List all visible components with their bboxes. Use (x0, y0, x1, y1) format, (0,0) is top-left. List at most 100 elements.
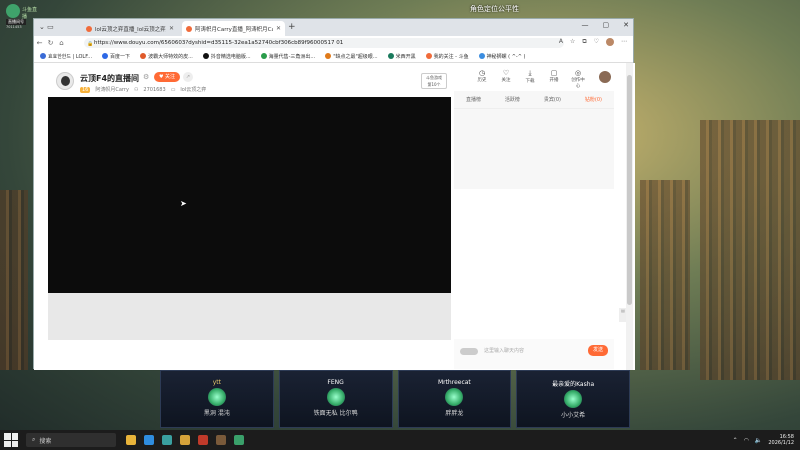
bookshelf-far-right (700, 120, 800, 380)
nav-broadcast[interactable]: ▢ 开播 (546, 69, 562, 89)
chat-input[interactable]: 这里输入聊天内容 (484, 345, 580, 357)
tab-lol-live[interactable]: lol云顶之弈直播_lol云顶之弈直播 ✕ (82, 21, 178, 36)
category-link[interactable]: lol云顶之弈 (180, 86, 206, 93)
room-meta: 16 阿涛帜月Carry ⚇ 2701683 ▭ lol云顶之弈 (80, 86, 206, 93)
player-traits: 胖胖龙 (445, 410, 464, 417)
volume-icon[interactable]: 🔈 (755, 437, 762, 444)
logo-id: 7011453 (6, 25, 22, 29)
more-menu-icon[interactable]: ⋯ (621, 38, 627, 46)
file-explorer-icon[interactable] (126, 435, 136, 445)
clock[interactable]: 16:58 2026/1/12 (768, 434, 794, 446)
app-icon[interactable] (198, 435, 208, 445)
new-tab-button[interactable]: + (288, 22, 296, 32)
favorite-item[interactable]: 波霸大师特效的皮... (140, 53, 199, 60)
rank-tab[interactable]: 直播榜 (466, 96, 481, 103)
nav-history[interactable]: ◷ 历史 (474, 69, 490, 89)
chat-toggle[interactable] (460, 348, 478, 355)
favorite-item[interactable]: 米西开黑 (387, 53, 422, 60)
url-text: https://www.douyu.com/6560603?dyshid=d35… (94, 40, 344, 46)
favorite-site-icon (325, 53, 332, 59)
app-icon[interactable] (216, 435, 226, 445)
logo-emblem-icon (6, 4, 20, 18)
favorite-item[interactable]: 海量代售-三角洲出... (260, 53, 322, 60)
favorite-label: 神秘狮螺 ( ^-^ ) (486, 53, 526, 60)
streamer-avatar[interactable] (56, 72, 74, 90)
tab-carry-live[interactable]: 阿涛帜月Carry直播_阿涛帜月Carry ✕ (182, 21, 285, 36)
collections-icon[interactable]: ♡ (594, 38, 599, 46)
rank-badge[interactable]: 斗鱼游戏 第10个 (421, 73, 447, 89)
windows-start-icon[interactable] (4, 433, 18, 447)
page-scrollbar[interactable] (626, 63, 633, 370)
browser-titlebar: ⌄ ▭ lol云顶之弈直播_lol云顶之弈直播 ✕ 阿涛帜月Carry直播_阿涛… (34, 19, 633, 36)
player-card: FENG 铁面无私 比尔鸭 (278, 370, 393, 428)
player-card: Mrthreecat 胖胖龙 (397, 370, 512, 428)
history-icon: ◷ (478, 69, 486, 77)
follow-label: 关注 (165, 74, 176, 80)
favorite-item[interactable]: "缺点之最"超级眼... (325, 53, 383, 60)
app-icon[interactable] (234, 435, 244, 445)
profile-avatar[interactable] (606, 38, 614, 46)
chat-input-row: 这里输入聊天内容 发送 (454, 339, 614, 369)
mouse-cursor-icon: ➤ (180, 199, 187, 208)
taskbar-search[interactable]: ⌕ 搜索 (26, 433, 116, 447)
download-icon: ⤓ (528, 69, 532, 77)
favorite-site-icon (387, 53, 394, 59)
room-title: 云顶F4的直播间 (80, 74, 140, 83)
refresh-icon[interactable]: ↻ (45, 39, 56, 47)
site-nav-icons: ◷ 历史 ♡ 关注 ⤓ 下载 ▢ 开播 ◎ 创作中心 (474, 69, 586, 89)
player-name: ytt (212, 379, 221, 386)
url-input[interactable]: 🔒 https://www.douyu.com/6560603?dyshid=d… (84, 38, 564, 48)
system-tray: ⌃ ◠ 🔈 16:58 2026/1/12 (733, 434, 800, 446)
nav-label: 开播 (549, 78, 559, 83)
favorite-label: 百度一下 (110, 53, 131, 60)
app-icon[interactable] (180, 435, 190, 445)
rank-tab[interactable]: 钻粉(0) (585, 96, 602, 103)
scroll-thumb[interactable] (627, 75, 632, 305)
home-icon[interactable]: ⌂ (56, 39, 67, 47)
read-aloud-icon[interactable]: A (559, 38, 563, 46)
send-button[interactable]: 发送 (588, 345, 608, 356)
app-icon[interactable] (162, 435, 172, 445)
nav-label: 创作中心 (571, 78, 585, 89)
extensions-icon[interactable]: ⧉ (582, 38, 586, 46)
close-tab-icon[interactable]: ✕ (276, 25, 281, 32)
back-icon[interactable]: ← (34, 39, 45, 47)
favorite-item[interactable]: 百度一下 (102, 53, 136, 60)
favorite-site-icon (40, 53, 46, 59)
streamer-name[interactable]: 阿涛帜月Carry (95, 86, 129, 93)
favorites-bar: 효효한한드 | LOLF... 百度一下 波霸大师特效的皮... 抖音精选电脑版...… (34, 50, 633, 63)
share-icon[interactable]: ↗ (183, 72, 193, 82)
heart-icon: ♡ (502, 69, 510, 77)
follow-button[interactable]: ♥ 关注 (154, 72, 180, 82)
favorite-item[interactable]: 抖音精选电脑版... (202, 53, 257, 60)
player-name: Mrthreecat (437, 379, 471, 386)
video-player[interactable]: ➤ (48, 97, 451, 293)
tab-actions-icon[interactable]: ⌄ ▭ (39, 23, 54, 31)
rank-label: 斗鱼游戏 (426, 75, 442, 80)
favorite-item[interactable]: 효효한한드 | LOLF... (40, 53, 98, 60)
bookshelf-left (0, 190, 28, 370)
favorite-item[interactable]: 我的关注 - 斗鱼 (425, 53, 475, 60)
rank-tab[interactable]: 活跃榜 (505, 96, 520, 103)
lock-icon: 🔒 (87, 41, 94, 47)
maximize-icon[interactable]: ▢ (603, 21, 610, 29)
settings-gear-icon[interactable]: ⚙ (143, 73, 149, 81)
minimize-icon[interactable]: — (582, 21, 589, 29)
nav-download[interactable]: ⤓ 下载 (522, 69, 538, 89)
favorite-star-icon[interactable]: ☆ (570, 38, 575, 46)
close-window-icon[interactable]: ✕ (623, 21, 629, 29)
favorite-site-icon (478, 53, 485, 59)
favorite-site-icon (102, 53, 109, 59)
user-avatar[interactable] (599, 71, 611, 83)
fans-count: 2701683 (143, 86, 166, 93)
nav-heart[interactable]: ♡ 关注 (498, 69, 514, 89)
nav-bulb[interactable]: ◎ 创作中心 (570, 69, 586, 89)
tray-chevron-icon[interactable]: ⌃ (733, 437, 738, 444)
address-bar-row: ← ↻ ⌂ 🔒 https://www.douyu.com/6560603?dy… (34, 36, 633, 50)
player-name: 最亲爱的Kasha (552, 381, 595, 388)
rank-tab[interactable]: 贵宾(0) (544, 96, 561, 103)
favorite-item[interactable]: 神秘狮螺 ( ^-^ ) (478, 53, 532, 60)
close-tab-icon[interactable]: ✕ (169, 25, 174, 32)
wifi-icon[interactable]: ◠ (744, 437, 749, 444)
edge-browser-icon[interactable] (144, 435, 154, 445)
